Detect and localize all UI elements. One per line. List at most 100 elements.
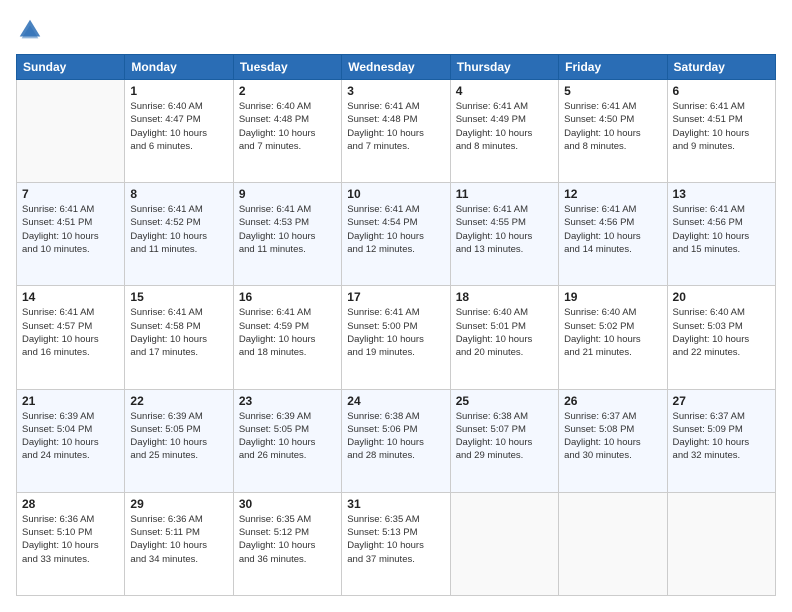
day-number: 26: [564, 394, 661, 408]
day-info: Sunrise: 6:41 AM Sunset: 4:56 PM Dayligh…: [673, 203, 770, 256]
calendar-cell: 26 Sunrise: 6:37 AM Sunset: 5:08 PM Dayli…: [559, 389, 667, 492]
calendar-cell: 21Sunrise: 6:39 AM Sunset: 5:04 PM Dayli…: [17, 389, 125, 492]
day-number: 13: [673, 187, 770, 201]
calendar-cell: 25 Sunrise: 6:38 AM Sunset: 5:07 PM Dayli…: [450, 389, 558, 492]
day-info: Sunrise: 6:41 AM Sunset: 4:54 PM Dayligh…: [347, 203, 444, 256]
calendar-cell: 10 Sunrise: 6:41 AM Sunset: 4:54 PM Dayli…: [342, 183, 450, 286]
logo-icon: [16, 16, 44, 44]
day-number: 1: [130, 84, 227, 98]
page: SundayMondayTuesdayWednesdayThursdayFrid…: [0, 0, 792, 612]
day-info: Sunrise: 6:41 AM Sunset: 4:52 PM Dayligh…: [130, 203, 227, 256]
day-info: Sunrise: 6:39 AM Sunset: 5:05 PM Dayligh…: [239, 410, 336, 463]
day-info: Sunrise: 6:41 AM Sunset: 4:53 PM Dayligh…: [239, 203, 336, 256]
day-number: 31: [347, 497, 444, 511]
day-number: 19: [564, 290, 661, 304]
day-number: 23: [239, 394, 336, 408]
day-info: Sunrise: 6:35 AM Sunset: 5:13 PM Dayligh…: [347, 513, 444, 566]
day-number: 12: [564, 187, 661, 201]
day-info: Sunrise: 6:41 AM Sunset: 4:56 PM Dayligh…: [564, 203, 661, 256]
day-info: Sunrise: 6:41 AM Sunset: 4:49 PM Dayligh…: [456, 100, 553, 153]
day-number: 7: [22, 187, 119, 201]
day-info: Sunrise: 6:35 AM Sunset: 5:12 PM Dayligh…: [239, 513, 336, 566]
calendar-cell: 28 Sunrise: 6:36 AM Sunset: 5:10 PM Dayli…: [17, 492, 125, 595]
day-number: 24: [347, 394, 444, 408]
calendar-cell: 20 Sunrise: 6:40 AM Sunset: 5:03 PM Dayli…: [667, 286, 775, 389]
day-number: 6: [673, 84, 770, 98]
day-info: Sunrise: 6:41 AM Sunset: 4:57 PM Dayligh…: [22, 306, 119, 359]
calendar-cell: 7Sunrise: 6:41 AM Sunset: 4:51 PM Daylig…: [17, 183, 125, 286]
day-info: Sunrise: 6:38 AM Sunset: 5:07 PM Dayligh…: [456, 410, 553, 463]
calendar-cell: 1 Sunrise: 6:40 AM Sunset: 4:47 PM Daylig…: [125, 80, 233, 183]
day-number: 9: [239, 187, 336, 201]
calendar-header-friday: Friday: [559, 55, 667, 80]
day-info: Sunrise: 6:41 AM Sunset: 4:51 PM Dayligh…: [673, 100, 770, 153]
calendar-cell: 8 Sunrise: 6:41 AM Sunset: 4:52 PM Daylig…: [125, 183, 233, 286]
calendar-cell: 27Sunrise: 6:37 AM Sunset: 5:09 PM Dayli…: [667, 389, 775, 492]
calendar-cell: [450, 492, 558, 595]
day-number: 8: [130, 187, 227, 201]
day-number: 11: [456, 187, 553, 201]
calendar-header-wednesday: Wednesday: [342, 55, 450, 80]
day-info: Sunrise: 6:36 AM Sunset: 5:11 PM Dayligh…: [130, 513, 227, 566]
day-info: Sunrise: 6:37 AM Sunset: 5:08 PM Dayligh…: [564, 410, 661, 463]
calendar-cell: 15 Sunrise: 6:41 AM Sunset: 4:58 PM Dayli…: [125, 286, 233, 389]
calendar-table: SundayMondayTuesdayWednesdayThursdayFrid…: [16, 54, 776, 596]
day-number: 10: [347, 187, 444, 201]
calendar-cell: 19 Sunrise: 6:40 AM Sunset: 5:02 PM Dayli…: [559, 286, 667, 389]
day-number: 4: [456, 84, 553, 98]
calendar-cell: 3 Sunrise: 6:41 AM Sunset: 4:48 PM Daylig…: [342, 80, 450, 183]
day-info: Sunrise: 6:39 AM Sunset: 5:05 PM Dayligh…: [130, 410, 227, 463]
calendar-header-thursday: Thursday: [450, 55, 558, 80]
day-info: Sunrise: 6:41 AM Sunset: 4:50 PM Dayligh…: [564, 100, 661, 153]
day-number: 3: [347, 84, 444, 98]
day-info: Sunrise: 6:41 AM Sunset: 4:58 PM Dayligh…: [130, 306, 227, 359]
calendar-cell: 17Sunrise: 6:41 AM Sunset: 5:00 PM Dayli…: [342, 286, 450, 389]
calendar-week-row: 28 Sunrise: 6:36 AM Sunset: 5:10 PM Dayli…: [17, 492, 776, 595]
calendar-cell: 13 Sunrise: 6:41 AM Sunset: 4:56 PM Dayli…: [667, 183, 775, 286]
day-number: 5: [564, 84, 661, 98]
day-number: 29: [130, 497, 227, 511]
calendar-cell: 23 Sunrise: 6:39 AM Sunset: 5:05 PM Dayli…: [233, 389, 341, 492]
calendar-cell: 11Sunrise: 6:41 AM Sunset: 4:55 PM Dayli…: [450, 183, 558, 286]
day-info: Sunrise: 6:40 AM Sunset: 5:02 PM Dayligh…: [564, 306, 661, 359]
logo: [16, 16, 48, 44]
day-number: 21: [22, 394, 119, 408]
day-number: 30: [239, 497, 336, 511]
calendar-cell: 2Sunrise: 6:40 AM Sunset: 4:48 PM Daylig…: [233, 80, 341, 183]
calendar-cell: 14 Sunrise: 6:41 AM Sunset: 4:57 PM Dayli…: [17, 286, 125, 389]
day-info: Sunrise: 6:41 AM Sunset: 4:59 PM Dayligh…: [239, 306, 336, 359]
calendar-cell: 31 Sunrise: 6:35 AM Sunset: 5:13 PM Dayli…: [342, 492, 450, 595]
day-info: Sunrise: 6:40 AM Sunset: 5:03 PM Dayligh…: [673, 306, 770, 359]
calendar-week-row: 21Sunrise: 6:39 AM Sunset: 5:04 PM Dayli…: [17, 389, 776, 492]
calendar-cell: [559, 492, 667, 595]
day-number: 16: [239, 290, 336, 304]
calendar-header-row: SundayMondayTuesdayWednesdayThursdayFrid…: [17, 55, 776, 80]
day-info: Sunrise: 6:41 AM Sunset: 4:48 PM Dayligh…: [347, 100, 444, 153]
calendar-week-row: 7Sunrise: 6:41 AM Sunset: 4:51 PM Daylig…: [17, 183, 776, 286]
calendar-cell: 4 Sunrise: 6:41 AM Sunset: 4:49 PM Daylig…: [450, 80, 558, 183]
day-number: 28: [22, 497, 119, 511]
day-number: 14: [22, 290, 119, 304]
calendar-week-row: 1 Sunrise: 6:40 AM Sunset: 4:47 PM Daylig…: [17, 80, 776, 183]
calendar-cell: 9 Sunrise: 6:41 AM Sunset: 4:53 PM Daylig…: [233, 183, 341, 286]
calendar-header-saturday: Saturday: [667, 55, 775, 80]
day-info: Sunrise: 6:40 AM Sunset: 4:48 PM Dayligh…: [239, 100, 336, 153]
calendar-cell: 6 Sunrise: 6:41 AM Sunset: 4:51 PM Daylig…: [667, 80, 775, 183]
calendar-header-tuesday: Tuesday: [233, 55, 341, 80]
day-number: 22: [130, 394, 227, 408]
calendar-cell: [667, 492, 775, 595]
day-number: 20: [673, 290, 770, 304]
header: [16, 16, 776, 44]
day-info: Sunrise: 6:40 AM Sunset: 4:47 PM Dayligh…: [130, 100, 227, 153]
day-info: Sunrise: 6:36 AM Sunset: 5:10 PM Dayligh…: [22, 513, 119, 566]
calendar-cell: 12 Sunrise: 6:41 AM Sunset: 4:56 PM Dayli…: [559, 183, 667, 286]
calendar-cell: 5 Sunrise: 6:41 AM Sunset: 4:50 PM Daylig…: [559, 80, 667, 183]
calendar-cell: 18Sunrise: 6:40 AM Sunset: 5:01 PM Dayli…: [450, 286, 558, 389]
day-number: 25: [456, 394, 553, 408]
calendar-cell: 29 Sunrise: 6:36 AM Sunset: 5:11 PM Dayli…: [125, 492, 233, 595]
calendar-week-row: 14 Sunrise: 6:41 AM Sunset: 4:57 PM Dayli…: [17, 286, 776, 389]
calendar-cell: 24Sunrise: 6:38 AM Sunset: 5:06 PM Dayli…: [342, 389, 450, 492]
calendar-cell: [17, 80, 125, 183]
day-number: 15: [130, 290, 227, 304]
day-info: Sunrise: 6:40 AM Sunset: 5:01 PM Dayligh…: [456, 306, 553, 359]
